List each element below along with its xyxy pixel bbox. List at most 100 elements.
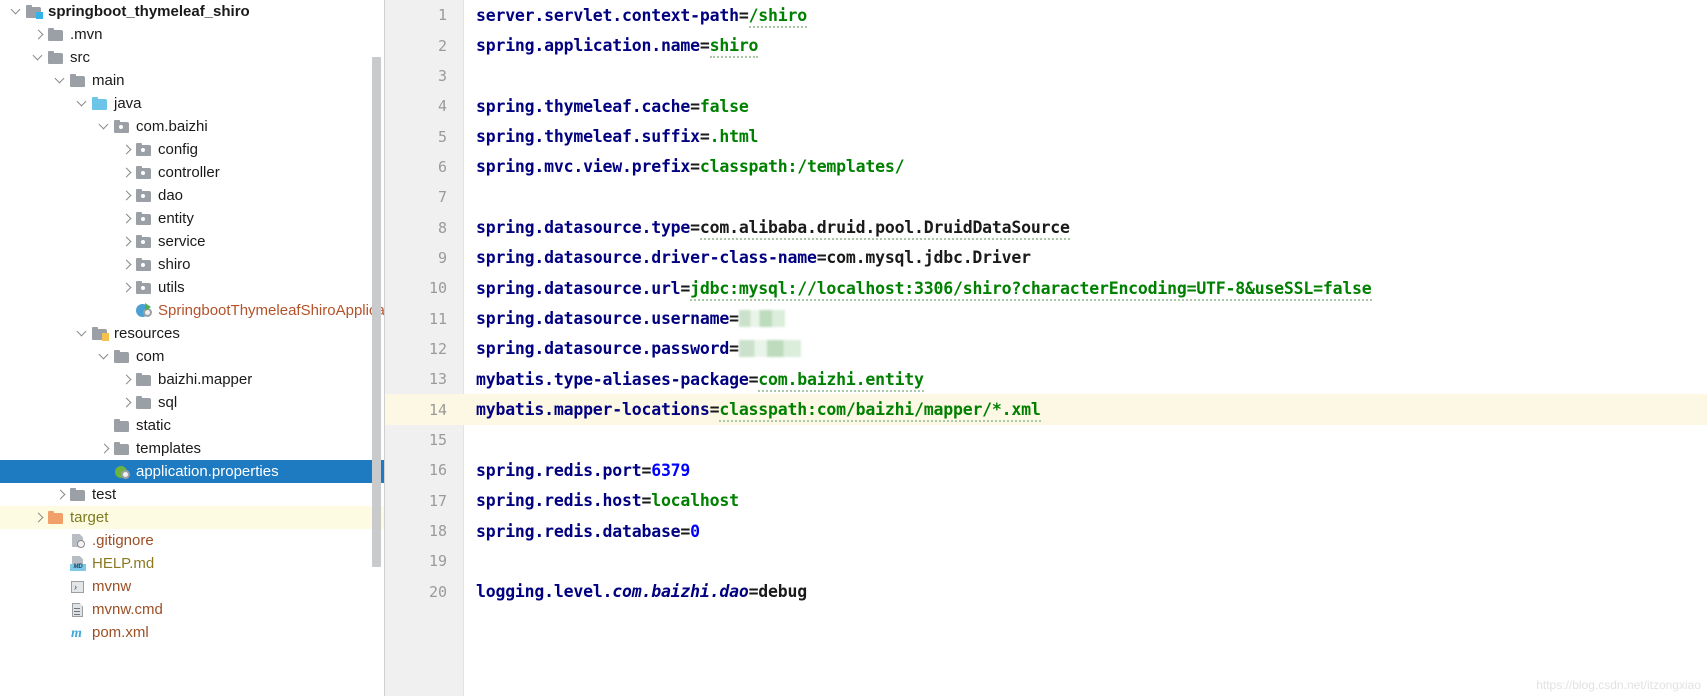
line-number: 5 — [437, 127, 447, 146]
tree-item-service[interactable]: service — [0, 230, 385, 253]
tree-item-target[interactable]: target — [0, 506, 385, 529]
code-line[interactable]: 10 spring.datasource.url=jdbc:mysql://loc… — [385, 273, 1707, 303]
tree-item-shiro[interactable]: shiro — [0, 253, 385, 276]
chevron-right-icon[interactable] — [120, 396, 134, 410]
code-token: classpath:com/baizhi/mapper/*.xml — [719, 400, 1041, 423]
code-line[interactable]: 12 spring.datasource.password= — [385, 334, 1707, 364]
chevron-right-icon[interactable] — [32, 28, 46, 42]
chevron-down-icon[interactable] — [76, 97, 90, 111]
code-line[interactable]: 17 spring.redis.host=localhost — [385, 486, 1707, 516]
code-text: mybatis.type-aliases-package=com.baizhi.… — [463, 369, 924, 392]
code-text: spring.mvc.view.prefix=classpath:/templa… — [463, 157, 905, 176]
line-number: 18 — [428, 522, 447, 541]
tree-item-dao[interactable]: dao — [0, 184, 385, 207]
tree-item-help-md[interactable]: MD HELP.md — [0, 552, 385, 575]
tree-item-templates[interactable]: templates — [0, 437, 385, 460]
code-line[interactable]: 20 logging.level.com.baizhi.dao=debug — [385, 577, 1707, 607]
code-line[interactable]: 8 spring.datasource.type=com.alibaba.drui… — [385, 212, 1707, 242]
chevron-down-icon[interactable] — [32, 51, 46, 65]
code-text: spring.datasource.url=jdbc:mysql://local… — [463, 278, 1372, 301]
line-number: 4 — [437, 97, 447, 116]
code-line[interactable]: 5 spring.thymeleaf.suffix=.html — [385, 121, 1707, 151]
watermark-text: https://blog.csdn.net/itzongxiao — [1536, 678, 1701, 692]
code-line[interactable]: 16 spring.redis.port=6379 — [385, 455, 1707, 485]
chevron-down-icon[interactable] — [98, 350, 112, 364]
tree-item-utils[interactable]: utils — [0, 276, 385, 299]
chevron-right-icon[interactable] — [120, 166, 134, 180]
chevron-right-icon[interactable] — [98, 442, 112, 456]
project-tree-panel[interactable]: springboot_thymeleaf_shiro .mvn src main jav… — [0, 0, 385, 696]
tree-item-springboot-thymeleaf-shiro[interactable]: springboot_thymeleaf_shiro — [0, 0, 385, 23]
code-line[interactable]: 19 — [385, 546, 1707, 576]
tree-item-test[interactable]: test — [0, 483, 385, 506]
tree-item-sql[interactable]: sql — [0, 391, 385, 414]
tree-item-label: mvnw.cmd — [92, 601, 163, 618]
code-token: 0 — [690, 521, 700, 541]
chevron-down-icon[interactable] — [76, 327, 90, 341]
tree-item-main[interactable]: main — [0, 69, 385, 92]
tree-item-label: dao — [158, 187, 184, 204]
chevron-down-icon[interactable] — [10, 5, 24, 19]
code-line[interactable]: 11 spring.datasource.username= — [385, 303, 1707, 333]
tree-item-springbootthymeleafshiroapplication[interactable]: SpringbootThymeleafShiroApplication — [0, 299, 385, 322]
code-line[interactable]: 18 spring.redis.database=0 — [385, 516, 1707, 546]
tree-item-resources[interactable]: resources — [0, 322, 385, 345]
code-text: spring.datasource.username= — [463, 309, 785, 328]
code-line[interactable]: 14 mybatis.mapper-locations=classpath:com… — [385, 394, 1707, 425]
tree-item-com-baizhi[interactable]: com.baizhi — [0, 115, 385, 138]
tree-item-mvnw[interactable]: › mvnw — [0, 575, 385, 598]
chevron-right-icon[interactable] — [120, 189, 134, 203]
code-line[interactable]: 6 spring.mvc.view.prefix=classpath:/templ… — [385, 152, 1707, 182]
code-line[interactable]: 9 spring.datasource.driver-class-name=com… — [385, 243, 1707, 273]
code-line[interactable]: 13 mybatis.type-aliases-package=com.baizh… — [385, 364, 1707, 394]
code-line[interactable]: 3 — [385, 61, 1707, 91]
tree-item-pom-xml[interactable]: m pom.xml — [0, 621, 385, 644]
tree-item-controller[interactable]: controller — [0, 161, 385, 184]
code-text: spring.datasource.password= — [463, 339, 801, 358]
tree-item-mvn[interactable]: .mvn — [0, 23, 385, 46]
code-token: com.baizhi.entity — [758, 369, 924, 392]
tree-item-label: main — [92, 72, 125, 89]
tree-item-config[interactable]: config — [0, 138, 385, 161]
chevron-right-icon[interactable] — [120, 373, 134, 387]
tree-item-label: HELP.md — [92, 555, 155, 572]
no-chevron — [54, 580, 68, 594]
chevron-right-icon[interactable] — [120, 235, 134, 249]
code-line[interactable]: 1 server.servlet.context-path=/shiro — [385, 0, 1707, 30]
tree-item-application-properties[interactable]: application.properties — [0, 460, 385, 483]
tree-item-src[interactable]: src — [0, 46, 385, 69]
editor-code-area[interactable]: 1 server.servlet.context-path=/shiro 2 spri… — [385, 0, 1707, 696]
chevron-right-icon[interactable] — [54, 488, 68, 502]
tree-item-entity[interactable]: entity — [0, 207, 385, 230]
tree-item-baizhi-mapper[interactable]: baizhi.mapper — [0, 368, 385, 391]
code-line[interactable]: 4 spring.thymeleaf.cache=false — [385, 91, 1707, 121]
shell-script-icon: › — [70, 579, 87, 594]
chevron-right-icon[interactable] — [32, 511, 46, 525]
tree-item-static[interactable]: static — [0, 414, 385, 437]
chevron-down-icon[interactable] — [54, 74, 68, 88]
code-editor[interactable]: 1 server.servlet.context-path=/shiro 2 spri… — [385, 0, 1707, 696]
code-line[interactable]: 2 spring.application.name=shiro — [385, 30, 1707, 60]
chevron-right-icon[interactable] — [120, 281, 134, 295]
code-line[interactable]: 7 — [385, 182, 1707, 212]
chevron-down-icon[interactable] — [98, 120, 112, 134]
tree-item-mvnw-cmd[interactable]: mvnw.cmd — [0, 598, 385, 621]
project-tree-scrollbar[interactable] — [372, 57, 381, 567]
code-line[interactable]: 15 — [385, 425, 1707, 455]
tree-item-gitignore[interactable]: .gitignore — [0, 529, 385, 552]
code-token: = — [641, 491, 652, 511]
tree-item-java[interactable]: java — [0, 92, 385, 115]
folder-icon — [70, 487, 87, 502]
tree-item-com[interactable]: com — [0, 345, 385, 368]
chevron-right-icon[interactable] — [120, 258, 134, 272]
line-number: 1 — [437, 6, 447, 25]
chevron-right-icon[interactable] — [120, 143, 134, 157]
chevron-right-icon[interactable] — [120, 212, 134, 226]
